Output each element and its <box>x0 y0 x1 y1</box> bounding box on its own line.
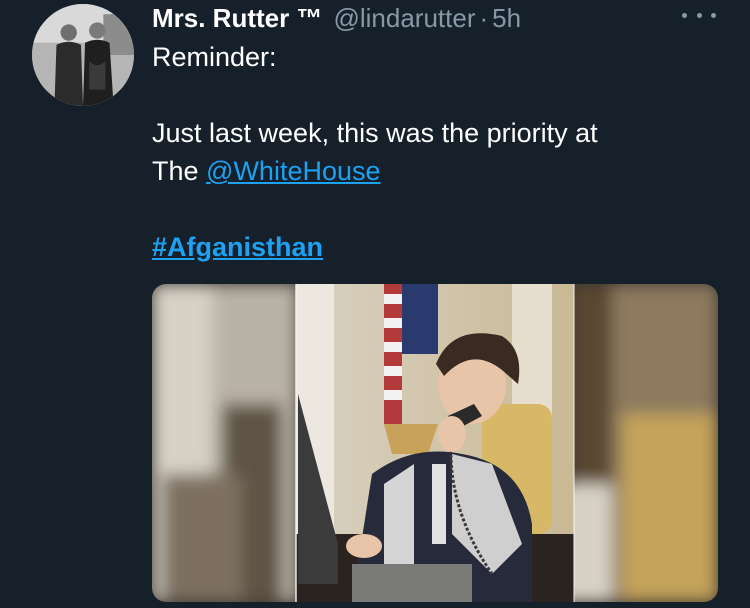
tweet-text: Reminder: Just last week, this was the p… <box>152 38 712 266</box>
tweet-text-line2b: The <box>152 156 207 186</box>
more-dot <box>696 12 702 18</box>
author-avatar[interactable] <box>32 4 134 106</box>
author-name[interactable]: Mrs. Rutter ™ <box>152 3 322 33</box>
more-dot <box>682 12 687 18</box>
tweet-header: Mrs. Rutter ™ @lindarutter · 5h <box>152 3 521 33</box>
author-handle[interactable]: @lindarutter <box>333 3 475 33</box>
tweet-timestamp[interactable]: 5h <box>492 3 521 33</box>
more-dot <box>711 12 716 18</box>
separator-dot: · <box>479 3 489 33</box>
mention-link[interactable]: @WhiteHouse <box>206 156 380 186</box>
tweet-text-line2: Just last week, this was the priority at… <box>152 114 712 190</box>
tweet-text-line1: Reminder: <box>152 42 277 72</box>
hashtag-link[interactable]: #Afganisthan <box>152 232 323 262</box>
tweet-text-line2a: Just last week, this was the priority at <box>152 118 598 148</box>
more-dots-icon[interactable] <box>682 5 716 25</box>
tweet-media-image[interactable] <box>152 284 718 602</box>
